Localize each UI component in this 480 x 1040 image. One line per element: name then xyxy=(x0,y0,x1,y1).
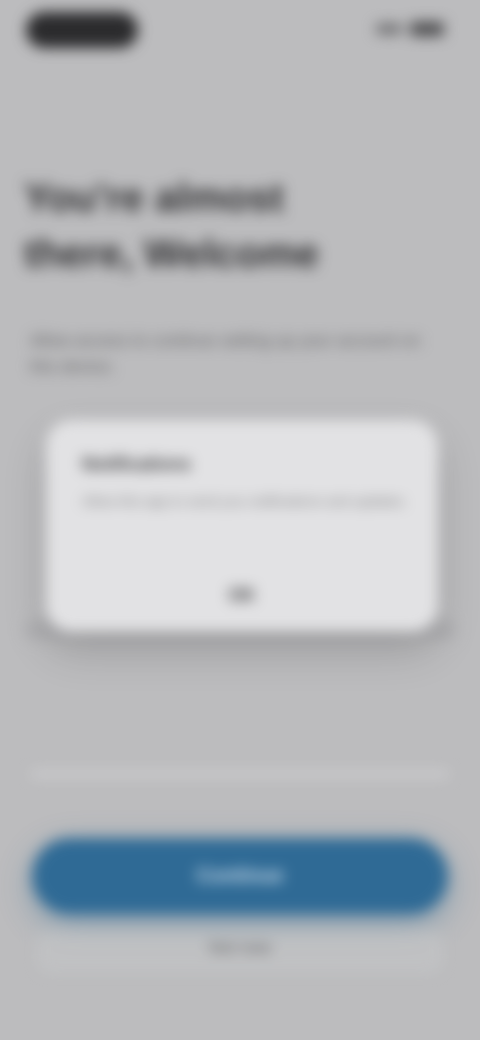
status-bar xyxy=(0,0,480,64)
dialog-ok-button[interactable]: OK xyxy=(46,568,438,622)
battery-icon xyxy=(410,22,444,36)
status-time-pill xyxy=(26,12,138,48)
page-title: You're almost there, Welcome xyxy=(24,176,319,276)
continue-button[interactable]: Continue xyxy=(32,838,448,914)
dialog-title: Notifications xyxy=(82,454,192,474)
not-now-link[interactable]: Not now xyxy=(0,938,480,958)
blurred-screen: You're almost there, Welcome Allow acces… xyxy=(0,0,480,1040)
signal-icon xyxy=(376,24,402,34)
permission-dialog: Notifications Allow this app to send you… xyxy=(46,420,438,632)
page-subtitle: Allow access to continue setting up your… xyxy=(30,331,421,376)
dialog-message: Allow this app to send you notifications… xyxy=(82,493,408,509)
sheet-divider xyxy=(30,770,450,778)
status-icons xyxy=(376,22,444,36)
